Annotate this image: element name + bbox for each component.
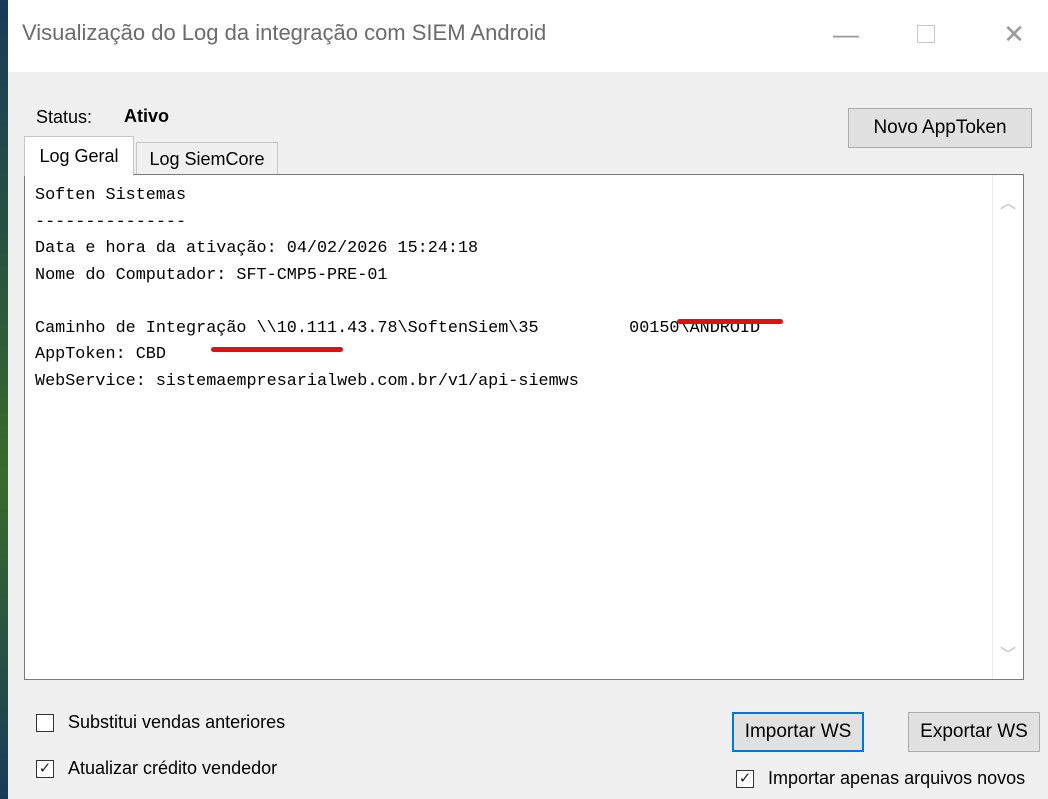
- desktop-background-edge: [0, 0, 8, 799]
- checkmark-icon: ✓: [738, 770, 752, 787]
- chevron-down-icon[interactable]: ﹀: [1000, 641, 1016, 665]
- maximize-icon: [917, 25, 935, 43]
- minimize-button[interactable]: —: [824, 14, 868, 54]
- atualizar-credito-checkbox[interactable]: ✓: [36, 759, 54, 778]
- status-label: Status:: [36, 107, 93, 127]
- vertical-scrollbar[interactable]: ︿ ﹀: [992, 175, 1023, 679]
- substitui-vendas-option[interactable]: Substitui vendas anteriores: [36, 712, 285, 733]
- importar-apenas-option[interactable]: ✓ Importar apenas arquivos novos: [736, 768, 1025, 789]
- exportar-ws-button[interactable]: Exportar WS: [908, 712, 1040, 752]
- importar-ws-button[interactable]: Importar WS: [732, 712, 864, 752]
- substitui-vendas-checkbox[interactable]: [36, 713, 54, 732]
- window-titlebar[interactable]: Visualização do Log da integração com SI…: [8, 0, 1048, 72]
- log-text-area[interactable]: Soften Sistemas --------------- Data e h…: [24, 174, 1024, 680]
- redaction-mark: [677, 319, 783, 324]
- window-title: Visualização do Log da integração com SI…: [22, 20, 547, 45]
- importar-apenas-label: Importar apenas arquivos novos: [768, 768, 1026, 788]
- tab-log-geral[interactable]: Log Geral: [24, 136, 134, 176]
- close-button[interactable]: ✕: [992, 14, 1036, 54]
- importar-apenas-checkbox[interactable]: ✓: [736, 769, 754, 788]
- atualizar-credito-option[interactable]: ✓ Atualizar crédito vendedor: [36, 758, 277, 779]
- close-icon: ✕: [1003, 18, 1025, 49]
- atualizar-credito-label: Atualizar crédito vendedor: [68, 758, 278, 778]
- chevron-up-icon[interactable]: ︿: [1000, 189, 1016, 213]
- redaction-mark: [211, 347, 343, 352]
- novo-apptoken-button[interactable]: Novo AppToken: [848, 108, 1032, 148]
- log-content: Soften Sistemas --------------- Data e h…: [35, 186, 761, 391]
- tab-log-siemcore[interactable]: Log SiemCore: [136, 142, 278, 176]
- status-value: Ativo: [124, 106, 169, 126]
- maximize-button[interactable]: [904, 14, 948, 54]
- minimize-icon: —: [833, 18, 859, 49]
- substitui-vendas-label: Substitui vendas anteriores: [68, 712, 286, 732]
- checkmark-icon: ✓: [38, 760, 52, 777]
